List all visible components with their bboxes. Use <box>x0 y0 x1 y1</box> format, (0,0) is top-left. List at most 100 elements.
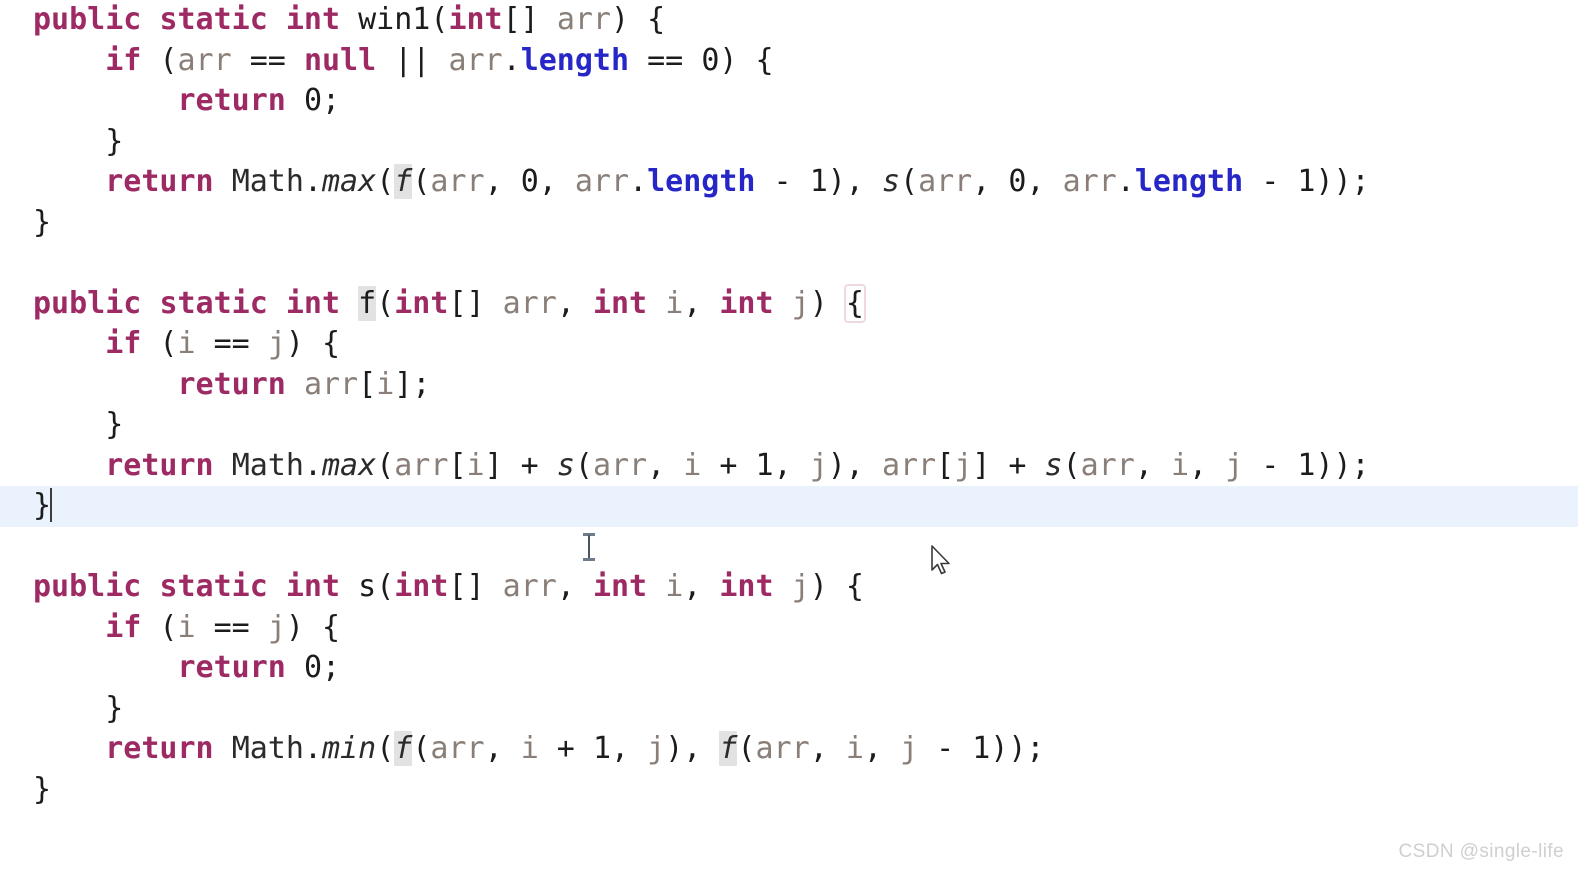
punctuation: [ <box>936 447 955 483</box>
code-line[interactable]: } <box>0 203 1578 244</box>
keyword-int: int <box>394 285 449 321</box>
punctuation: , <box>1026 164 1063 199</box>
operator: - <box>1243 447 1298 483</box>
method-max: max <box>322 447 377 483</box>
punctuation: ; <box>412 366 431 402</box>
parameter-i: i <box>520 731 539 766</box>
code-line-blank[interactable] <box>0 527 1578 568</box>
punctuation: . <box>303 447 322 483</box>
parameter-i: i <box>177 326 196 361</box>
punctuation: ; <box>322 650 341 685</box>
method-call-s: s <box>556 447 575 483</box>
code-line-blank[interactable] <box>0 243 1578 284</box>
parameter-j: j <box>900 731 919 766</box>
punctuation: ) { <box>719 42 774 78</box>
keyword-int: int <box>592 569 648 604</box>
number-literal: 0 <box>701 42 720 78</box>
parameter-arr: arr <box>1062 164 1117 199</box>
keyword-if: if <box>105 42 142 78</box>
parameter-i: i <box>845 731 864 766</box>
closing-brace: } <box>33 123 124 159</box>
code-line[interactable]: return 0; <box>0 648 1578 689</box>
method-min: min <box>322 731 377 766</box>
operator: == <box>629 42 702 78</box>
punctuation: ] <box>394 366 413 402</box>
code-line[interactable]: return Math.min(f(arr, i + 1, j), f(arr,… <box>0 729 1578 770</box>
code-line-current[interactable]: } <box>0 486 1578 527</box>
punctuation: ( <box>376 447 395 483</box>
operator: == <box>195 326 268 361</box>
punctuation: . <box>629 164 648 199</box>
code-line[interactable]: } <box>0 770 1578 811</box>
keyword-return: return <box>105 731 214 766</box>
operator: + <box>502 447 557 483</box>
punctuation: ( <box>141 326 178 361</box>
keyword-int: int <box>285 569 341 604</box>
punctuation: [ <box>448 447 467 483</box>
keyword-static: static <box>159 2 268 37</box>
method-call-f-highlighted: f <box>394 164 413 199</box>
punctuation: { <box>845 569 864 604</box>
code-line[interactable]: } <box>0 405 1578 446</box>
parameter-i: i <box>177 609 196 645</box>
code-line[interactable]: if (i == j) { <box>0 608 1578 649</box>
parameter-arr: arr <box>448 42 503 78</box>
code-line[interactable]: } <box>0 689 1578 730</box>
number-literal: 1 <box>972 731 991 766</box>
keyword-int: int <box>719 285 774 321</box>
operator: + <box>990 447 1045 483</box>
punctuation: . <box>1116 164 1135 199</box>
punctuation: , <box>647 447 684 483</box>
method-max: max <box>322 164 377 199</box>
parameter-j: j <box>647 731 666 766</box>
parameter-arr: arr <box>430 164 485 199</box>
number-literal: 0 <box>520 164 539 199</box>
code-line[interactable]: if (i == j) { <box>0 324 1578 365</box>
code-line[interactable]: public static int f(int[] arr, int i, in… <box>0 283 1578 325</box>
punctuation: ), <box>827 447 882 483</box>
code-line[interactable]: if (arr == null || arr.length == 0) { <box>0 41 1578 82</box>
keyword-public: public <box>33 285 142 321</box>
punctuation: , <box>1134 447 1171 483</box>
punctuation: , <box>484 164 521 199</box>
parameter-arr: arr <box>592 447 648 483</box>
punctuation: , <box>809 731 846 766</box>
parameter-i: i <box>665 285 684 321</box>
punctuation: , <box>556 569 593 604</box>
code-text-area[interactable]: public static int win1(int[] arr) { if (… <box>0 0 1578 871</box>
keyword-return: return <box>177 650 286 685</box>
parameter-arr: arr <box>574 164 630 199</box>
code-line[interactable]: public static int win1(int[] arr) { <box>0 0 1578 41</box>
parameter-i: i <box>683 447 702 483</box>
code-editor[interactable]: public static int win1(int[] arr) { if (… <box>0 0 1578 871</box>
parameter-arr: arr <box>502 285 557 321</box>
parameter-arr: arr <box>394 447 449 483</box>
punctuation: . <box>303 164 322 199</box>
parameter-arr: arr <box>430 731 485 766</box>
class-math: Math <box>231 731 304 766</box>
code-line[interactable]: } <box>0 122 1578 163</box>
code-line[interactable]: public static int s(int[] arr, int i, in… <box>0 567 1578 608</box>
matching-brace-highlight: { <box>843 283 866 323</box>
method-call-f-highlighted: f <box>719 731 738 766</box>
number-literal: 1 <box>592 731 611 766</box>
code-line[interactable]: return 0; <box>0 81 1578 122</box>
punctuation: , <box>538 164 575 199</box>
code-line[interactable]: return Math.max(arr[i] + s(arr, i + 1, j… <box>0 446 1578 487</box>
closing-brace: } <box>33 488 52 523</box>
code-line[interactable]: return Math.max(f(arr, 0, arr.length - 1… <box>0 162 1578 203</box>
punctuation: ; <box>322 83 341 118</box>
code-line[interactable]: return arr[i]; <box>0 365 1578 406</box>
punctuation: ) <box>611 2 630 37</box>
